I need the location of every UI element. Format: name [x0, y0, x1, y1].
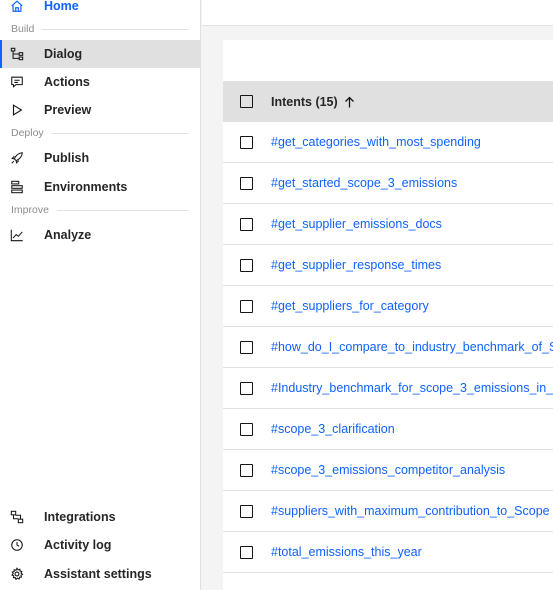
- sidebar-item-home[interactable]: Home: [0, 0, 201, 20]
- row-checkbox[interactable]: [240, 340, 253, 354]
- table-row: #scope_3_clarification: [223, 409, 553, 450]
- intent-link[interactable]: #get_suppliers_for_category: [271, 299, 429, 313]
- sidebar-item-publish[interactable]: Publish: [0, 144, 201, 172]
- chat-bubble-icon: [10, 75, 24, 89]
- select-all-checkbox[interactable]: [240, 95, 253, 108]
- table-header: Intents (15): [223, 81, 553, 122]
- intent-link[interactable]: #scope_3_emissions_competitor_analysis: [271, 463, 505, 477]
- table-row: #suppliers_with_maximum_contribution_to_…: [223, 491, 553, 532]
- intent-link[interactable]: #how_do_I_compare_to_industry_benchmark_…: [271, 340, 553, 354]
- sidebar-item-analyze[interactable]: Analyze: [0, 221, 201, 249]
- play-icon: [10, 103, 24, 117]
- section-divider: [56, 209, 188, 211]
- sidebar-item-integrations[interactable]: Integrations: [0, 503, 201, 531]
- sidebar-item-label: Assistant settings: [44, 567, 152, 581]
- table-row: #get_supplier_response_times: [223, 245, 553, 286]
- row-checkbox[interactable]: [240, 504, 253, 518]
- sidebar: Home Build Dialog Actions Preview Deploy…: [0, 0, 201, 590]
- sidebar-item-label: Analyze: [44, 228, 92, 242]
- intent-link[interactable]: #get_supplier_emissions_docs: [271, 217, 442, 231]
- row-checkbox[interactable]: [240, 176, 253, 190]
- section-title: Improve: [11, 204, 49, 216]
- sidebar-item-label: Publish: [44, 151, 90, 165]
- section-divider: [42, 28, 188, 30]
- intents-table: Intents (15) #get_categories_with_most_s…: [223, 40, 553, 590]
- row-checkbox[interactable]: [240, 217, 253, 231]
- sidebar-item-label: Integrations: [44, 510, 116, 524]
- sidebar-item-activity-log[interactable]: Activity log: [0, 531, 201, 559]
- sidebar-item-dialog[interactable]: Dialog: [0, 40, 201, 68]
- intent-link[interactable]: #total_emissions_this_year: [271, 545, 422, 559]
- server-stack-icon: [10, 180, 24, 194]
- table-row: #total_emissions_this_year: [223, 532, 553, 573]
- section-improve: Improve: [11, 204, 188, 216]
- sidebar-item-preview[interactable]: Preview: [0, 96, 201, 124]
- sidebar-item-actions[interactable]: Actions: [0, 68, 201, 96]
- row-checkbox[interactable]: [240, 422, 253, 436]
- intent-link[interactable]: #suppliers_with_maximum_contribution_to_…: [271, 504, 550, 518]
- row-checkbox[interactable]: [240, 381, 253, 395]
- intent-link[interactable]: #scope_3_clarification: [271, 422, 395, 436]
- table-row: #get_started_scope_3_emissions: [223, 163, 553, 204]
- row-checkbox[interactable]: [240, 135, 253, 149]
- table-row: #get_suppliers_for_category: [223, 286, 553, 327]
- sidebar-item-assistant-settings[interactable]: Assistant settings: [0, 560, 201, 588]
- table-row: #how_do_I_compare_to_industry_benchmark_…: [223, 327, 553, 368]
- section-deploy: Deploy: [11, 127, 188, 139]
- section-title: Deploy: [11, 127, 44, 139]
- arrow-up-icon[interactable]: [344, 96, 355, 108]
- column-header-intents: Intents (15): [271, 95, 355, 109]
- gear-icon: [10, 567, 24, 581]
- sidebar-item-label: Activity log: [44, 538, 112, 552]
- table-row: #get_categories_with_most_spending: [223, 122, 553, 163]
- line-chart-icon: [10, 228, 24, 242]
- intent-link[interactable]: #get_started_scope_3_emissions: [271, 176, 457, 190]
- table-row: #get_supplier_emissions_docs: [223, 204, 553, 245]
- intent-link[interactable]: #get_categories_with_most_spending: [271, 135, 481, 149]
- sidebar-item-label: Dialog: [44, 47, 83, 61]
- column-header-label: Intents (15): [271, 94, 338, 109]
- table-row: #scope_3_emissions_competitor_analysis: [223, 450, 553, 491]
- row-checkbox[interactable]: [240, 299, 253, 313]
- rocket-icon: [10, 151, 24, 165]
- top-header: [202, 0, 553, 26]
- section-divider: [51, 132, 188, 134]
- sidebar-item-label: Actions: [44, 75, 90, 89]
- integrations-icon: [10, 510, 24, 524]
- intent-link[interactable]: #get_supplier_response_times: [271, 258, 441, 272]
- table-row: #Industry_benchmark_for_scope_3_emission…: [223, 368, 553, 409]
- sidebar-item-label: Environments: [44, 180, 128, 194]
- sidebar-item-environments[interactable]: Environments: [0, 173, 201, 201]
- home-icon: [10, 0, 24, 13]
- section-title: Build: [11, 23, 35, 35]
- row-checkbox[interactable]: [240, 463, 253, 477]
- dialog-tree-icon: [10, 47, 24, 61]
- clock-icon: [10, 538, 24, 552]
- section-build: Build: [11, 23, 188, 35]
- row-checkbox[interactable]: [240, 258, 253, 272]
- sidebar-item-label: Home: [44, 0, 79, 13]
- intent-link[interactable]: #Industry_benchmark_for_scope_3_emission…: [271, 381, 553, 395]
- sidebar-item-label: Preview: [44, 103, 92, 117]
- row-checkbox[interactable]: [240, 545, 253, 559]
